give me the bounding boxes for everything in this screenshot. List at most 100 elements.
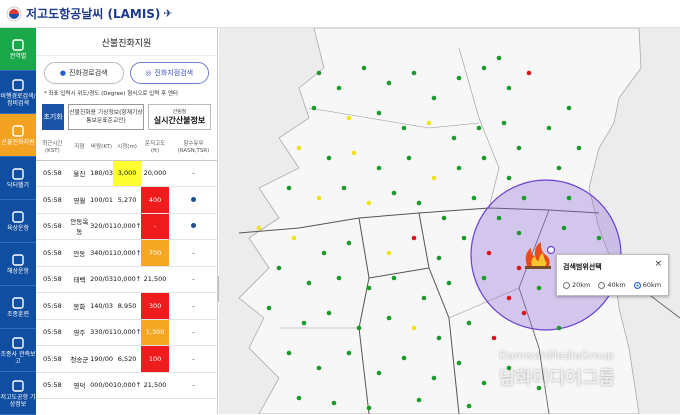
- weather-station-marker[interactable]: [596, 235, 602, 241]
- weather-station-marker[interactable]: [336, 85, 342, 91]
- table-row[interactable]: 05:58 안동 340/01 10,000↑ 700-: [36, 239, 217, 267]
- weather-station-marker[interactable]: [411, 235, 417, 241]
- weather-station-marker[interactable]: [506, 295, 512, 301]
- weather-station-marker[interactable]: [386, 80, 392, 86]
- weather-station-marker[interactable]: [366, 200, 372, 206]
- weather-station-marker[interactable]: [451, 135, 457, 141]
- table-row[interactable]: 05:58 봉화 140/03 8,950 300-: [36, 292, 217, 320]
- weather-station-marker[interactable]: [361, 65, 367, 71]
- weather-station-marker[interactable]: [316, 195, 322, 201]
- weather-station-marker[interactable]: [286, 350, 292, 356]
- weather-station-marker[interactable]: [521, 310, 527, 316]
- range-option-60km[interactable]: 60km: [633, 281, 661, 289]
- weather-station-marker[interactable]: [481, 380, 487, 386]
- weather-station-marker[interactable]: [386, 250, 392, 256]
- range-option-20km[interactable]: 20km: [563, 281, 590, 289]
- weather-station-marker[interactable]: [436, 335, 442, 341]
- weather-station-marker[interactable]: [341, 185, 347, 191]
- weather-station-marker[interactable]: [266, 305, 272, 311]
- weather-station-marker[interactable]: [411, 325, 417, 331]
- weather-station-marker[interactable]: [516, 230, 522, 236]
- table-row[interactable]: 05:58 안동옥동 320/01 10,000↑ -: [36, 213, 217, 240]
- nav-item-wildfire[interactable]: 산불진화지원: [0, 114, 36, 157]
- weather-station-marker[interactable]: [506, 85, 512, 91]
- weather-station-marker[interactable]: [456, 165, 462, 171]
- weather-station-marker[interactable]: [366, 405, 372, 411]
- weather-station-marker[interactable]: [421, 295, 427, 301]
- weather-station-marker[interactable]: [296, 395, 302, 401]
- weather-station-marker[interactable]: [411, 70, 417, 76]
- weather-station-marker[interactable]: [391, 275, 397, 281]
- weather-station-marker[interactable]: [431, 175, 437, 181]
- nav-item-sea-ops[interactable]: 해상운항: [0, 243, 36, 286]
- weather-station-marker[interactable]: [426, 120, 432, 126]
- realtime-wildfire-info-button[interactable]: 산림청 실시간산불정보: [148, 104, 211, 130]
- weather-station-marker[interactable]: [456, 75, 462, 81]
- weather-station-marker[interactable]: [331, 400, 337, 406]
- weather-station-marker[interactable]: [356, 325, 362, 331]
- weather-station-marker[interactable]: [416, 397, 422, 403]
- weather-station-marker[interactable]: [501, 120, 507, 126]
- table-row[interactable]: 05:58 울진 180/03 3,000 20,000-: [36, 160, 217, 187]
- weather-station-marker[interactable]: [526, 70, 532, 76]
- weather-station-marker[interactable]: [461, 235, 467, 241]
- weather-station-marker[interactable]: [386, 315, 392, 321]
- weather-station-marker[interactable]: [576, 145, 582, 151]
- weather-station-marker[interactable]: [301, 320, 307, 326]
- weather-station-marker[interactable]: [506, 175, 512, 181]
- weather-station-marker[interactable]: [561, 225, 567, 231]
- weather-station-marker[interactable]: [516, 145, 522, 151]
- weather-station-marker[interactable]: [466, 320, 472, 326]
- nav-item-pilot-report[interactable]: 조종사 관측보고: [0, 329, 36, 372]
- weather-station-marker[interactable]: [401, 125, 407, 131]
- weather-station-marker[interactable]: [556, 165, 562, 171]
- nav-item-training[interactable]: 조종훈련: [0, 286, 36, 329]
- weather-station-marker[interactable]: [336, 275, 342, 281]
- table-row[interactable]: 05:58 청송군 190/00 6,520 100-: [36, 345, 217, 373]
- weather-station-marker[interactable]: [496, 215, 502, 221]
- weather-station-marker[interactable]: [516, 265, 522, 271]
- weather-station-marker[interactable]: [446, 280, 452, 286]
- weather-station-marker[interactable]: [556, 325, 562, 331]
- table-row[interactable]: 05:58 영월 100/01 5,270 400: [36, 186, 217, 214]
- weather-station-marker[interactable]: [376, 165, 382, 171]
- weather-station-marker[interactable]: [311, 105, 317, 111]
- weather-station-marker[interactable]: [431, 95, 437, 101]
- weather-station-marker[interactable]: [286, 185, 292, 191]
- weather-station-marker[interactable]: [481, 155, 487, 161]
- weather-station-marker[interactable]: [376, 110, 382, 116]
- weather-station-marker[interactable]: [316, 70, 322, 76]
- weather-station-marker[interactable]: [481, 275, 487, 281]
- weather-station-marker[interactable]: [256, 225, 262, 231]
- nav-item-land-ops[interactable]: 육상운항: [0, 200, 36, 243]
- tab-route-search[interactable]: ● 진화경로검색: [44, 62, 124, 84]
- table-row[interactable]: 05:58 태백 200/03 10,000↑ 21,500-: [36, 266, 217, 293]
- range-option-40km[interactable]: 40km: [598, 281, 626, 289]
- weather-station-marker[interactable]: [491, 335, 497, 341]
- weather-station-marker[interactable]: [391, 190, 397, 196]
- weather-station-marker[interactable]: [566, 195, 572, 201]
- weather-station-marker[interactable]: [376, 370, 382, 376]
- nav-item-map-region[interactable]: 권역별: [0, 28, 36, 71]
- weather-station-marker[interactable]: [321, 250, 327, 256]
- nav-item-search[interactable]: 비행경로검색/정비검색: [0, 71, 36, 114]
- weather-station-marker[interactable]: [481, 65, 487, 71]
- weather-station-marker[interactable]: [346, 350, 352, 356]
- weather-station-marker[interactable]: [476, 125, 482, 131]
- weather-station-marker[interactable]: [546, 125, 552, 131]
- weather-station-marker[interactable]: [521, 195, 527, 201]
- weather-station-marker[interactable]: [296, 145, 302, 151]
- weather-station-marker[interactable]: [291, 235, 297, 241]
- weather-station-marker[interactable]: [496, 55, 502, 61]
- weather-station-marker[interactable]: [416, 200, 422, 206]
- weather-station-marker[interactable]: [346, 115, 352, 121]
- tab-point-search[interactable]: ◎ 진화지점검색: [129, 62, 209, 84]
- weather-station-marker[interactable]: [536, 285, 542, 291]
- weather-station-marker[interactable]: [276, 265, 282, 271]
- weather-station-marker[interactable]: [471, 195, 477, 201]
- weather-station-marker[interactable]: [366, 285, 372, 291]
- weather-station-marker[interactable]: [566, 105, 572, 111]
- table-row[interactable]: 05:58 영주 330/01 10,000↑ 1,300-: [36, 319, 217, 346]
- close-icon[interactable]: ×: [654, 259, 662, 269]
- weather-station-marker[interactable]: [316, 365, 322, 371]
